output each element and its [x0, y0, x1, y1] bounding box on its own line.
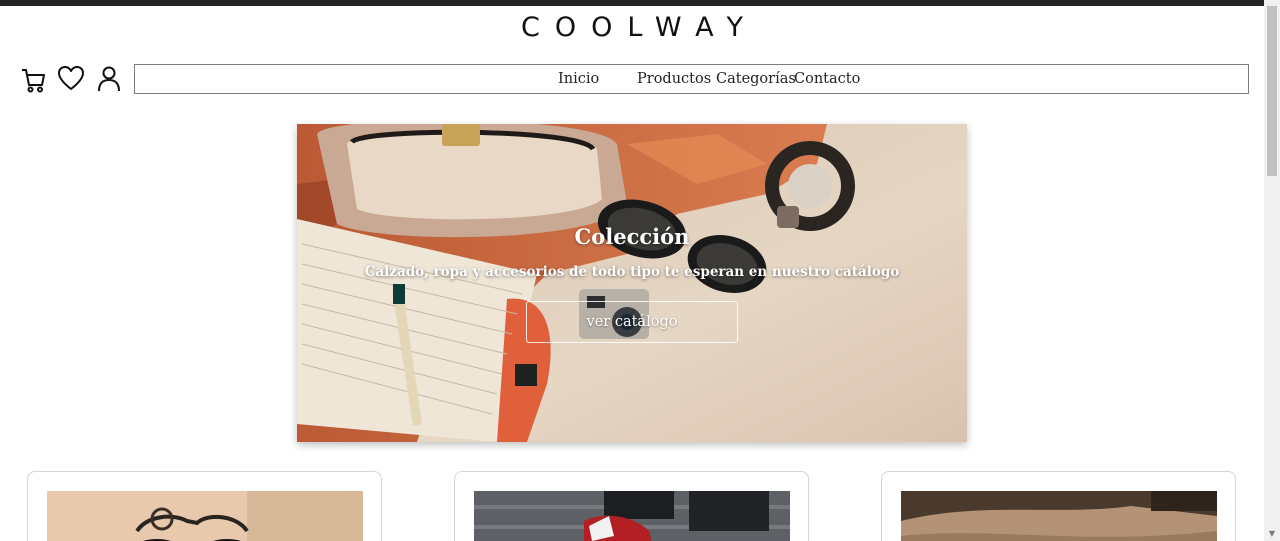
catalog-button[interactable]: ver catálogo: [526, 301, 738, 343]
product-image-sneakers[interactable]: [474, 491, 790, 541]
product-card[interactable]: [454, 471, 809, 541]
cart-icon[interactable]: [20, 64, 46, 94]
header-icons: [20, 64, 122, 94]
product-image-glasses[interactable]: [47, 491, 363, 541]
heart-icon[interactable]: [58, 64, 84, 94]
hero-banner: Colección Calzado, ropa y accesorios de …: [297, 124, 967, 442]
page-scrollbar[interactable]: ▼: [1264, 0, 1280, 541]
nav-inicio[interactable]: Inicio: [558, 71, 599, 87]
nav-productos[interactable]: Productos: [637, 71, 711, 87]
scroll-down-icon[interactable]: ▼: [1267, 530, 1277, 538]
user-icon[interactable]: [96, 64, 122, 94]
scrollbar-thumb[interactable]: [1267, 6, 1277, 176]
product-image-leather[interactable]: [901, 491, 1217, 541]
main-nav: Inicio Productos Categorías Contacto: [134, 64, 1249, 94]
nav-contacto[interactable]: Contacto: [794, 71, 860, 87]
hero-title: Colección: [574, 224, 690, 249]
hero-subtitle: Calzado, ropa y accesorios de todo tipo …: [364, 264, 900, 280]
nav-categorias[interactable]: Categorías: [716, 71, 796, 87]
product-card[interactable]: [27, 471, 382, 541]
hero-image: [297, 124, 967, 442]
brand-logo[interactable]: COOLWAY: [0, 12, 1264, 43]
top-bar: [0, 0, 1264, 6]
product-card[interactable]: [881, 471, 1236, 541]
